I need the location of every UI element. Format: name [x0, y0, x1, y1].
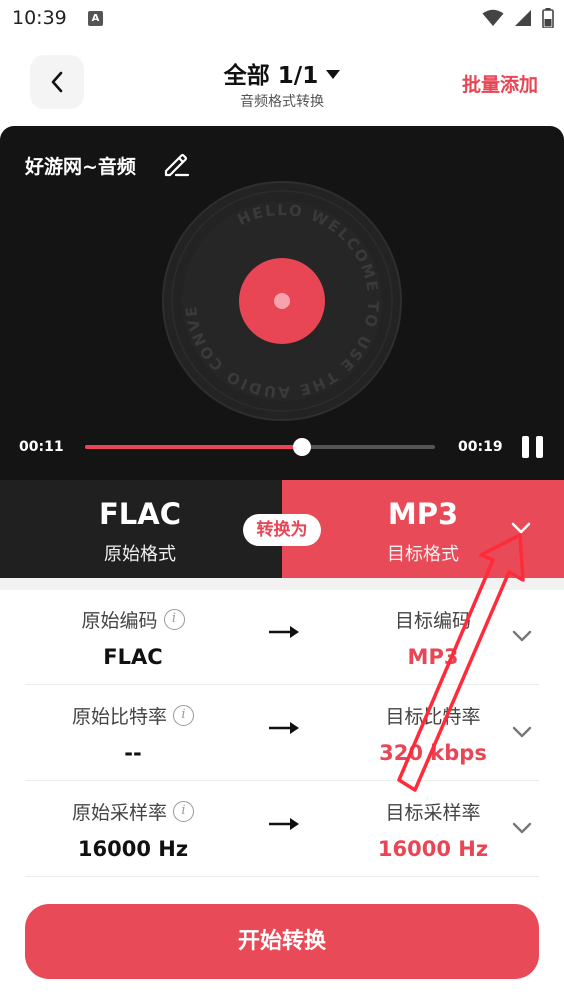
pause-icon-bar-left [522, 436, 529, 458]
notification-icon: A [88, 11, 103, 26]
chevron-down-icon[interactable] [507, 518, 535, 538]
status-bar: 10:39 A [0, 0, 564, 40]
convert-to-badge: 转换为 [243, 514, 321, 546]
source-format-name: FLAC [98, 497, 181, 531]
param-row-codec[interactable]: 原始编码 i FLAC 目标编码 MP3 [25, 590, 539, 685]
param-source-value: 16000 Hz [77, 837, 189, 861]
current-time: 00:11 [19, 439, 64, 455]
param-target-value: 16000 Hz [377, 837, 489, 861]
target-format-label: 目标格式 [387, 544, 459, 565]
signal-icon [515, 10, 531, 26]
source-format-panel: FLAC 原始格式 [0, 480, 282, 578]
track-name: 好游网~音频 [25, 156, 136, 178]
start-convert-button[interactable]: 开始转换 [25, 904, 539, 979]
arrow-right-icon [269, 722, 299, 734]
param-target: 目标采样率 16000 Hz [343, 798, 523, 866]
param-target-label: 目标比特率 [385, 706, 481, 728]
chevron-down-icon[interactable] [511, 820, 533, 836]
wifi-icon [482, 9, 504, 26]
status-time: 10:39 [12, 7, 67, 29]
battery-icon [542, 8, 554, 28]
param-target: 目标编码 MP3 [343, 606, 523, 674]
pause-button[interactable] [520, 434, 546, 460]
chevron-down-icon[interactable] [511, 724, 533, 740]
source-format-label: 原始格式 [104, 544, 176, 565]
param-source-label: 原始比特率 i [25, 702, 241, 732]
param-source: 原始比特率 i -- [25, 702, 241, 770]
batch-add-button[interactable]: 批量添加 [462, 70, 538, 97]
pause-icon-bar-right [536, 436, 543, 458]
info-icon[interactable]: i [163, 609, 185, 630]
total-time: 00:19 [458, 439, 503, 455]
param-target-value: 320 kbps [379, 741, 487, 765]
format-selector-row: FLAC 原始格式 MP3 目标格式 转换为 [0, 480, 564, 578]
info-icon[interactable]: i [173, 801, 194, 822]
page-title: 全部 1/1 [223, 63, 319, 89]
info-icon[interactable]: i [173, 705, 194, 726]
arrow-right-icon [269, 626, 299, 638]
param-source-value: FLAC [103, 645, 163, 669]
param-target-label: 目标编码 [394, 610, 471, 632]
param-row-bitrate[interactable]: 原始比特率 i -- 目标比特率 320 kbps [25, 686, 539, 781]
param-source-label: 原始采样率 i [25, 798, 241, 828]
progress-fill [85, 445, 302, 449]
arrow-right-icon [269, 818, 299, 830]
param-source: 原始编码 i FLAC [25, 606, 241, 674]
progress-slider[interactable] [85, 438, 435, 456]
edit-icon[interactable] [162, 150, 190, 178]
param-row-samplerate[interactable]: 原始采样率 i 16000 Hz 目标采样率 16000 Hz [25, 782, 539, 877]
progress-thumb[interactable] [293, 438, 311, 456]
param-target: 目标比特率 320 kbps [343, 702, 523, 770]
vinyl-disc: HELLO WELCOME TO USE THE AUDIO CONVERTER [162, 181, 402, 421]
param-source-value: -- [124, 741, 142, 765]
param-target-value: MP3 [407, 645, 459, 669]
section-divider [0, 578, 564, 590]
status-icons [482, 8, 554, 28]
param-target-label: 目标采样率 [385, 802, 481, 824]
caret-down-icon [326, 70, 341, 79]
param-source: 原始采样率 i 16000 Hz [25, 798, 241, 866]
audio-player: 好游网~音频 HELLO WELCOME TO USE THE AUDIO CO… [0, 126, 564, 480]
param-source-label: 原始编码 i [25, 606, 241, 636]
chevron-down-icon[interactable] [511, 628, 533, 644]
